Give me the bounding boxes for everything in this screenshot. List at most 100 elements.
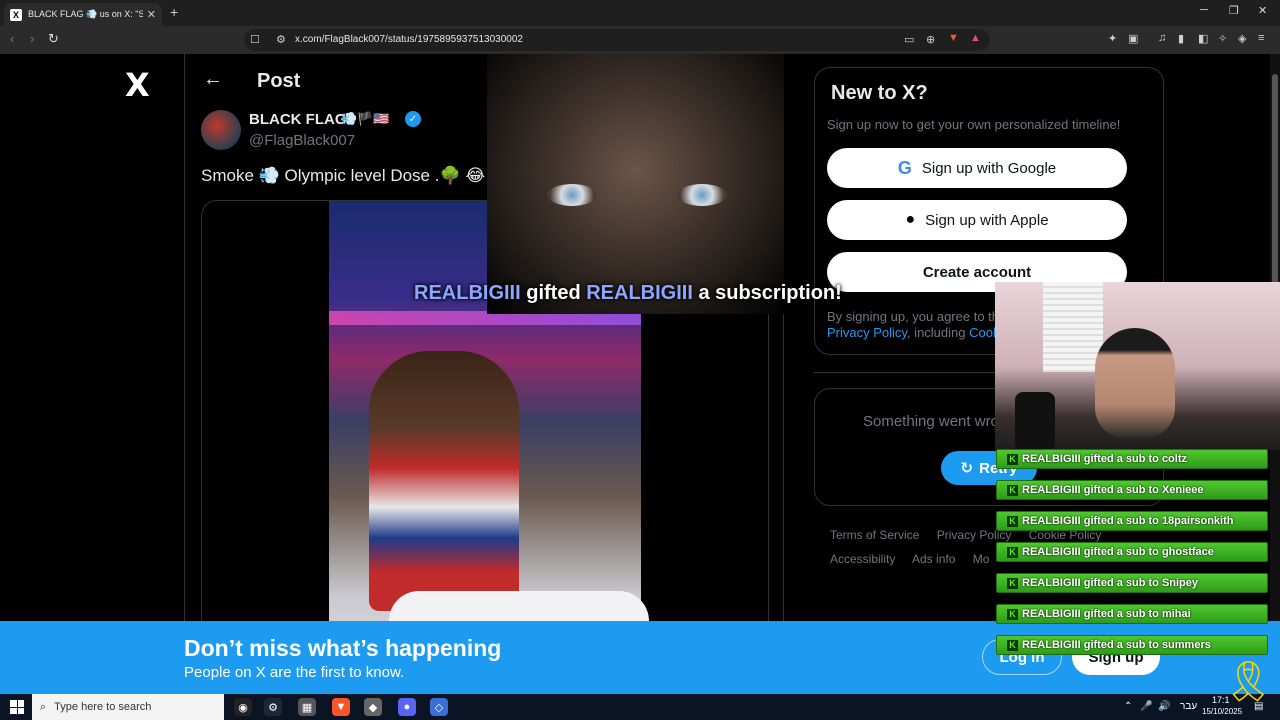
privacy-policy-link[interactable]: Privacy Policy — [827, 325, 907, 340]
signup-title: New to X? — [831, 82, 928, 104]
steam-app-icon[interactable]: ⚙ — [264, 698, 282, 716]
author-handle[interactable]: @FlagBlack007 — [249, 132, 355, 149]
search-icon: ⌕ — [40, 700, 47, 713]
browser-tab[interactable]: X BLACK FLAG 💨 us on X: "Sm ✕ — [4, 3, 162, 26]
author-emoji: 💨🏴🇺🇸 — [341, 111, 390, 126]
kick-icon: K — [1007, 577, 1018, 589]
alert-end-text: a subscription! — [692, 282, 842, 304]
signup-apple-label: Sign up with Apple — [925, 211, 1049, 229]
google-icon: G — [897, 157, 912, 178]
leo-ai-icon[interactable]: ✧ — [1218, 32, 1227, 45]
verified-badge-icon: ✓ — [405, 111, 421, 127]
gift-sub-list: K REALBIGIII gifted a sub to coltz K REALB… — [996, 449, 1268, 666]
mic-icon[interactable]: 🎤 — [1140, 701, 1152, 712]
face-eyes — [547, 184, 727, 208]
legal-mid: , including — [906, 325, 970, 340]
menu-icon[interactable]: ≡ — [1258, 32, 1264, 44]
brave-rewards-icon[interactable]: ▲ — [970, 32, 981, 44]
page-title: Post — [257, 70, 301, 92]
windows-taskbar: ⌕ Type here to search ◉ ⚙ ▦ ▼ ◆ ● ◇ ⌃ 🎤 … — [0, 694, 1280, 720]
subscription-alert: REALBIGIII gifted REALBIGIII a subscript… — [414, 282, 842, 305]
kick-icon: K — [1007, 608, 1018, 620]
browser-toolbar: ‹ › ↻ ☐ ⚙ x.com/FlagBlack007/status/1975… — [0, 26, 1280, 54]
screen: X BLACK FLAG 💨 us on X: "Sm ✕ + ─ ❐ ✕ ‹ … — [0, 0, 1280, 720]
avatar[interactable] — [201, 110, 241, 150]
face-overlay — [487, 54, 784, 314]
bookmark-icon[interactable]: ☐ — [250, 33, 260, 46]
discord-app-icon[interactable]: ● — [398, 698, 416, 716]
screenshot-icon[interactable]: ▣ — [1128, 32, 1138, 45]
signup-apple-button[interactable]: ● Sign up with Apple — [827, 200, 1127, 240]
app2-icon[interactable]: ◇ — [430, 698, 448, 716]
alert-mid-text: gifted — [520, 282, 587, 304]
post-text: Smoke 💨 Olympic level Dose .🌳 😂 — [201, 166, 486, 185]
gift-sub-item: K REALBIGIII gifted a sub to ghostface — [996, 542, 1268, 562]
alert-recipient: REALBIGIII — [586, 282, 693, 304]
app-icon[interactable]: ▦ — [298, 698, 316, 716]
kick-icon: K — [1007, 453, 1018, 465]
clock-date[interactable]: 15/10/2025 — [1202, 707, 1242, 716]
footer-accessibility-link[interactable]: Accessibility — [830, 552, 895, 566]
refresh-icon: ↻ — [960, 460, 974, 477]
alert-gifter: REALBIGIII — [414, 282, 521, 304]
vpn-icon[interactable]: ◈ — [1238, 32, 1246, 45]
sidebar-icon[interactable]: ▮ — [1178, 32, 1184, 45]
address-bar[interactable]: ☐ ⚙ x.com/FlagBlack007/status/1975895937… — [244, 29, 990, 51]
url-text: x.com/FlagBlack007/status/19758959375130… — [295, 34, 523, 45]
back-arrow-icon[interactable]: ← — [203, 68, 223, 91]
banner-title: Don’t miss what’s happening — [184, 635, 502, 661]
gift-sub-text: REALBIGIII gifted a sub to Xenieee — [1022, 484, 1204, 496]
gift-sub-text: REALBIGIII gifted a sub to coltz — [1022, 453, 1187, 465]
webcam-window-shutter — [1043, 282, 1103, 372]
cast-icon[interactable]: ▭ — [904, 33, 914, 46]
brave-shield-icon[interactable]: ▼ — [948, 32, 959, 44]
footer-ads-link[interactable]: Ads info — [912, 552, 955, 566]
site-info-icon[interactable]: ⚙ — [276, 33, 286, 46]
reload-icon[interactable]: ↻ — [48, 31, 59, 47]
gift-sub-item: K REALBIGIII gifted a sub to 18pairsonkit… — [996, 511, 1268, 531]
kick-icon: K — [1007, 546, 1018, 558]
webcam-microphone — [1015, 392, 1055, 450]
minimize-button[interactable]: ─ — [1200, 4, 1208, 16]
gift-sub-text: REALBIGIII gifted a sub to summers — [1022, 639, 1211, 651]
language-indicator[interactable]: עבר — [1180, 701, 1197, 712]
x-logo-icon[interactable]: X — [125, 66, 150, 104]
face-eye-right — [677, 184, 727, 206]
back-nav-icon[interactable]: ‹ — [10, 31, 14, 46]
footer-more-link[interactable]: Mo — [973, 552, 990, 566]
taskbar-search[interactable]: ⌕ Type here to search — [32, 694, 224, 720]
author-name[interactable]: BLACK FLAG — [249, 111, 347, 128]
signup-google-button[interactable]: G Sign up with Google — [827, 148, 1127, 188]
shield-app-icon[interactable]: ◆ — [364, 698, 382, 716]
video-athlete — [369, 351, 519, 611]
start-button[interactable] — [10, 700, 24, 714]
restore-button[interactable]: ❐ — [1229, 4, 1239, 17]
wallet-icon[interactable]: ◧ — [1198, 32, 1208, 45]
x-favicon-icon: X — [10, 8, 22, 21]
streamer-webcam — [995, 282, 1280, 450]
kick-icon: K — [1007, 484, 1018, 496]
new-tab-button[interactable]: + — [170, 4, 178, 20]
extensions-icon[interactable]: ✦ — [1108, 32, 1117, 45]
footer-terms-link[interactable]: Terms of Service — [830, 528, 919, 542]
tab-bar: X BLACK FLAG 💨 us on X: "Sm ✕ + ─ ❐ ✕ — [0, 0, 1280, 26]
gift-sub-text: REALBIGIII gifted a sub to Snipey — [1022, 577, 1199, 589]
gift-sub-item: K REALBIGIII gifted a sub to mihai — [996, 604, 1268, 624]
gift-sub-item: K REALBIGIII gifted a sub to summers — [996, 635, 1268, 655]
brave-app-icon[interactable]: ▼ — [332, 698, 350, 716]
tray-chevron-icon[interactable]: ⌃ — [1124, 701, 1132, 712]
gift-sub-text: REALBIGIII gifted a sub to mihai — [1022, 608, 1191, 620]
apple-icon: ● — [905, 211, 916, 228]
tab-close-icon[interactable]: ✕ — [147, 8, 156, 21]
footer-links-row2: Accessibility Ads info Mo — [830, 552, 1003, 566]
obs-app-icon[interactable]: ◉ — [234, 698, 252, 716]
zoom-icon[interactable]: ⊕ — [926, 33, 935, 46]
volume-icon[interactable]: 🔊 — [1158, 701, 1170, 712]
signup-google-label: Sign up with Google — [921, 159, 1057, 177]
signup-subtitle: Sign up now to get your own personalized… — [827, 117, 1121, 132]
forward-nav-icon[interactable]: › — [30, 31, 34, 46]
banner-subtitle: People on X are the first to know. — [184, 664, 405, 681]
close-window-button[interactable]: ✕ — [1258, 4, 1267, 17]
kick-icon: K — [1007, 639, 1018, 651]
media-icon[interactable]: ♫ — [1158, 32, 1166, 44]
